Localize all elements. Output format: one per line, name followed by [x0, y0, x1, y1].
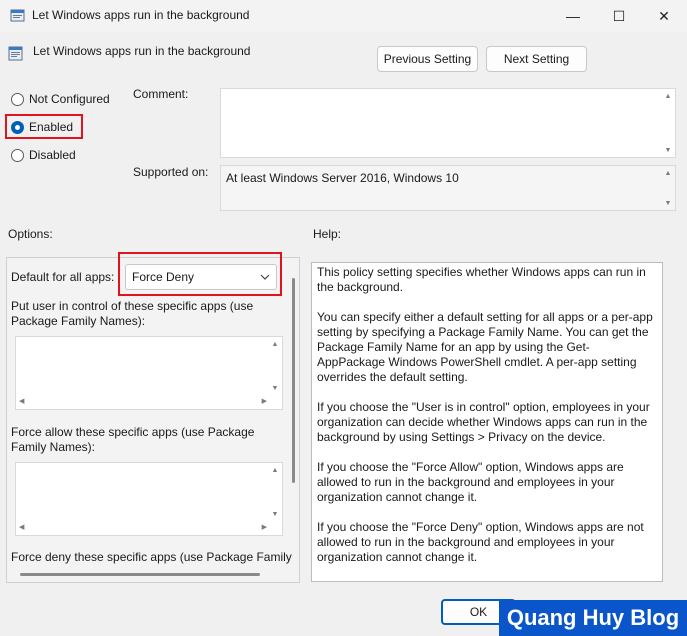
policy-icon — [10, 9, 25, 22]
help-paragraph: If you choose the "Force Allow" option, … — [317, 460, 624, 504]
radio-not-configured-label: Not Configured — [29, 92, 110, 106]
close-icon: ✕ — [658, 7, 670, 24]
force-allow-label: Force allow these specific apps (use Pac… — [11, 425, 255, 454]
maximize-icon: ☐ — [612, 7, 626, 24]
options-hscroll-thumb[interactable] — [20, 573, 260, 576]
default-apps-dropdown[interactable]: Force Deny — [125, 264, 277, 290]
maximize-button[interactable]: ☐ — [596, 0, 642, 32]
help-paragraph: You can specify either a default setting… — [317, 310, 653, 384]
force-deny-label: Force deny these specific apps (use Pack… — [11, 550, 292, 564]
supported-on-field: At least Windows Server 2016, Windows 10… — [220, 165, 676, 211]
radio-enabled[interactable]: Enabled — [11, 120, 73, 134]
scroll-up-icon[interactable]: ▲ — [268, 464, 282, 476]
force-allow-textarea[interactable]: ▲ ▼ ◀ ▶ — [15, 462, 283, 536]
help-paragraph: If you choose the "Force Deny" option, W… — [317, 520, 644, 564]
scroll-up-icon[interactable]: ▲ — [268, 338, 282, 350]
user-control-textarea[interactable]: ▲ ▼ ◀ ▶ — [15, 336, 283, 410]
policy-name: Let Windows apps run in the background — [33, 44, 251, 58]
force-allow-vscroll[interactable]: ▲ ▼ — [268, 463, 282, 521]
user-control-label: Put user in control of these specific ap… — [11, 299, 254, 328]
scroll-left-icon[interactable]: ◀ — [19, 397, 24, 405]
window-title: Let Windows apps run in the background — [32, 8, 250, 22]
watermark-logo: Quang Huy Blog — [499, 600, 687, 636]
radio-not-configured-indicator — [11, 92, 24, 106]
radio-disabled-indicator — [11, 148, 24, 162]
supported-on-value: At least Windows Server 2016, Windows 10 — [226, 171, 459, 185]
scroll-down-icon[interactable]: ▼ — [268, 382, 282, 394]
minimize-button[interactable]: — — [550, 0, 596, 32]
comment-label: Comment: — [133, 87, 189, 101]
scroll-down-icon[interactable]: ▼ — [661, 144, 675, 156]
help-text: This policy setting specifies whether Wi… — [312, 263, 662, 565]
scroll-down-icon[interactable]: ▼ — [268, 508, 282, 520]
radio-disabled[interactable]: Disabled — [11, 148, 76, 162]
radio-enabled-indicator — [11, 120, 24, 134]
radio-disabled-label: Disabled — [29, 148, 76, 162]
scroll-up-icon[interactable]: ▲ — [661, 90, 675, 102]
user-control-vscroll[interactable]: ▲ ▼ — [268, 337, 282, 395]
user-control-hscroll[interactable]: ◀ ▶ — [16, 395, 270, 409]
help-paragraph: This policy setting specifies whether Wi… — [317, 265, 646, 294]
supported-scrollbar[interactable]: ▲ ▼ — [661, 166, 675, 210]
options-label: Options: — [8, 227, 53, 241]
help-panel: This policy setting specifies whether Wi… — [311, 262, 663, 582]
radio-not-configured[interactable]: Not Configured — [11, 92, 110, 106]
scroll-up-icon[interactable]: ▲ — [661, 167, 675, 179]
scroll-right-icon[interactable]: ▶ — [262, 523, 267, 531]
help-label: Help: — [313, 227, 342, 241]
force-allow-hscroll[interactable]: ◀ ▶ — [16, 521, 270, 535]
default-apps-value: Force Deny — [132, 270, 195, 284]
default-for-all-apps-label: Default for all apps: — [11, 270, 115, 284]
setting-icon — [8, 46, 23, 61]
radio-enabled-label: Enabled — [29, 120, 74, 134]
previous-setting-button[interactable]: Previous Setting — [377, 46, 478, 72]
scroll-down-icon[interactable]: ▼ — [661, 197, 675, 209]
scroll-left-icon[interactable]: ◀ — [19, 523, 24, 531]
close-button[interactable]: ✕ — [641, 0, 687, 32]
options-vscroll-thumb[interactable] — [292, 278, 295, 483]
minimize-icon: — — [566, 8, 580, 24]
comment-textarea[interactable]: ▲ ▼ — [220, 88, 676, 158]
scroll-right-icon[interactable]: ▶ — [262, 397, 267, 405]
comment-scrollbar[interactable]: ▲ ▼ — [661, 89, 675, 157]
next-setting-button[interactable]: Next Setting — [486, 46, 587, 72]
chevron-down-icon — [260, 274, 270, 280]
help-paragraph: If you choose the "User is in control" o… — [317, 400, 650, 444]
supported-on-label: Supported on: — [133, 165, 209, 179]
